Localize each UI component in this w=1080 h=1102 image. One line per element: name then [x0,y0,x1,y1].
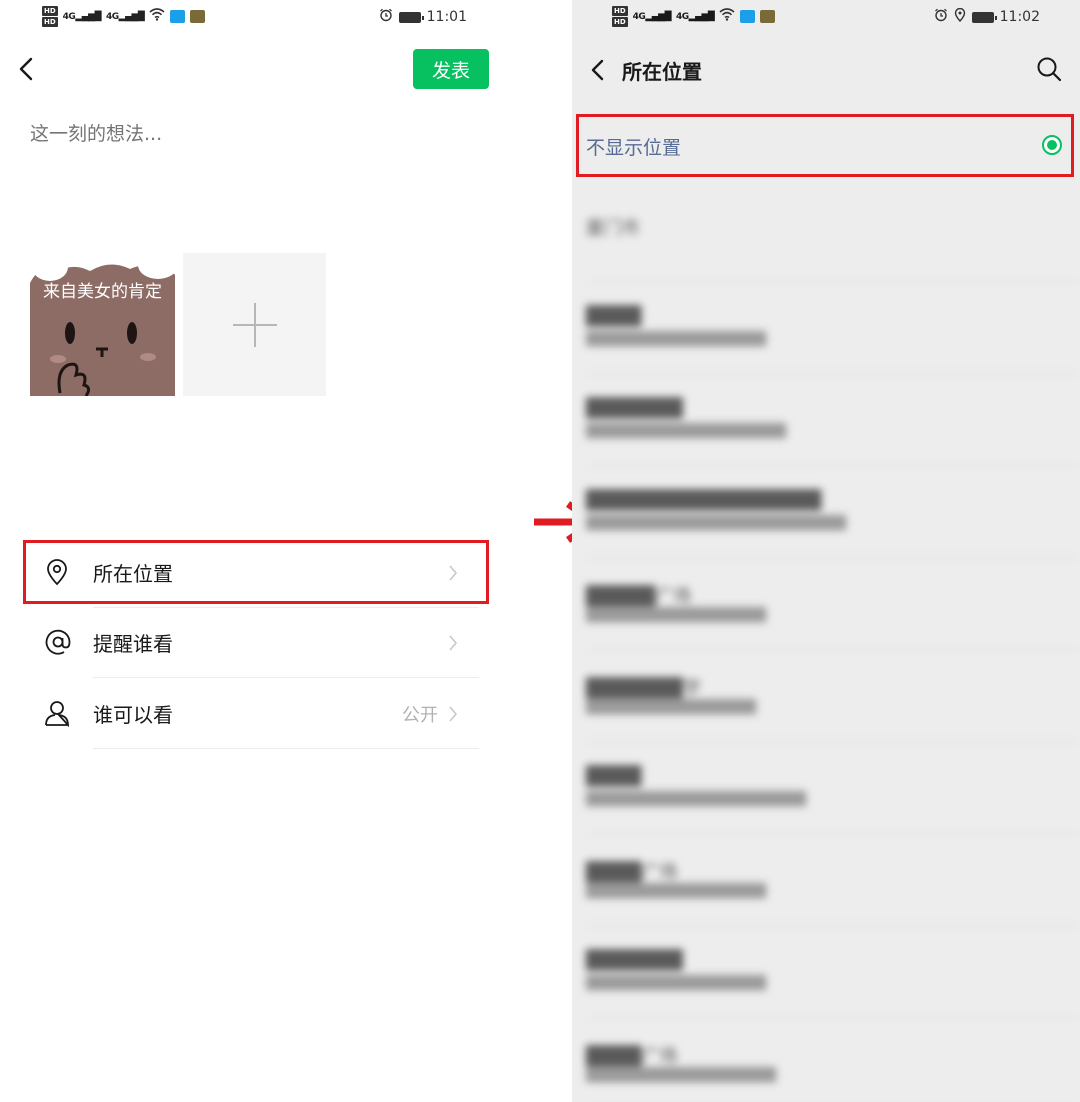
photo-caption: 来自美女的肯定 [43,282,162,302]
search-button[interactable] [1036,56,1062,82]
app-notification-icon [760,10,776,23]
location-address: ███████████████████ [586,1068,776,1083]
status-bar-left: HD HD 4G▂▄▆█ 4G▂▄▆█ [42,6,206,27]
location-item[interactable]: ████广场 ███████████████████ [586,1018,1080,1102]
publish-button[interactable]: 发表 [413,49,489,89]
search-icon [1037,57,1062,82]
hd-badge: HD HD [612,6,628,27]
browser-app-icon [740,10,756,23]
location-name: █████████████████ [586,490,822,511]
signal-icon: 4G▂▄▆█ [106,11,145,22]
app-notification-icon [190,10,206,23]
signal-icon: 4G▂▄▆█ [676,11,715,22]
menu-item-label: 提醒谁看 [93,632,173,656]
divider [93,748,479,749]
chevron-right-icon [448,705,458,723]
location-item[interactable]: █████广场 ██████████████████ [586,558,1080,650]
location-name: ████广场 [586,862,678,883]
hd-badge: HD HD [42,6,58,27]
location-item[interactable]: ███████ ██████████████████ [586,926,1080,1018]
battery-icon [398,11,424,23]
status-bar-right: 11:01 [379,8,467,26]
location-item[interactable]: █████████████████ ██████████████████████… [586,466,1080,558]
add-photo-button[interactable] [183,253,326,396]
location-item[interactable]: ████广场 ██████████████████ [586,834,1080,926]
highlight-box [23,540,489,604]
menu-item-visibility[interactable]: 谁可以看 公开 [0,679,500,749]
chevron-left-icon [591,59,604,81]
status-bar: HD HD 4G▂▄▆█ 4G▂▄▆█ 11:01 [0,0,572,40]
alarm-icon [379,8,393,26]
location-name: ███████ [586,398,683,419]
highlight-box [576,114,1074,177]
location-name: ████广场 [586,1046,678,1067]
location-name: 厦门市 [586,218,640,239]
location-address: ██████████████████ [586,332,766,347]
wifi-icon [149,8,165,25]
back-button[interactable] [16,56,38,82]
status-time: 11:01 [426,9,467,25]
menu-item-value: 公开 [402,705,438,726]
browser-app-icon [170,10,186,23]
location-item[interactable]: ████ ██████████████████████ [586,742,1080,834]
signal-icon: 4G▂▄▆█ [632,11,672,22]
location-name: ███████学 [586,678,701,699]
location-address: ██████████████████ [586,976,766,991]
status-bar-left: HD HD 4G▂▄▆█ 4G▂▄▆█ [612,6,776,27]
status-bar: HD HD 4G▂▄▆█ 4G▂▄▆█ 11:02 [572,0,1080,40]
location-status-icon [954,7,966,26]
thought-input[interactable] [30,118,490,150]
location-name: ████ [586,766,642,787]
location-name: ███████ [586,950,683,971]
location-address: ████████████████████ [586,424,786,439]
location-list: 厦门市 ████ ██████████████████ ███████ ████… [572,190,1080,1102]
location-address: █████████████████ [586,700,756,715]
location-item[interactable]: ████ ██████████████████ [586,282,1080,374]
location-name: █████广场 [586,586,692,607]
divider [93,677,479,678]
chevron-left-icon [19,57,33,81]
location-address: ██████████████████ [586,608,766,623]
location-address: ██████████████████████ [586,792,806,807]
location-item[interactable]: ███████学 █████████████████ [586,650,1080,742]
location-name: ████ [586,306,642,327]
battery-icon [971,11,997,23]
menu-item-mention[interactable]: 提醒谁看 [0,608,500,678]
location-address: ██████████████████████████ [586,516,846,531]
chevron-right-icon [448,634,458,652]
location-picker-screen: HD HD 4G▂▄▆█ 4G▂▄▆█ 11:02 所在位置 不显示位置 厦门市… [572,0,1080,1102]
compose-moment-screen: HD HD 4G▂▄▆█ 4G▂▄▆█ 11:01 发表 这一刻的想法... 来… [0,0,572,1102]
location-item[interactable]: ███████ ████████████████████ [586,374,1080,466]
bear-sticker-image [30,253,175,396]
photo-thumbnail[interactable]: 来自美女的肯定 [30,253,175,396]
location-address: ██████████████████ [586,884,766,899]
at-sign-icon [44,628,71,656]
page-title: 所在位置 [622,60,702,84]
location-item[interactable]: 厦门市 [586,190,1080,282]
menu-item-label: 谁可以看 [93,703,173,727]
signal-icon: 4G▂▄▆█ [62,11,102,22]
wifi-icon [719,8,735,25]
back-button[interactable] [588,57,608,83]
status-bar-right: 11:02 [934,7,1040,26]
plus-icon [232,302,277,347]
alarm-icon [934,8,948,26]
status-time: 11:02 [999,9,1040,25]
person-icon [44,699,70,728]
